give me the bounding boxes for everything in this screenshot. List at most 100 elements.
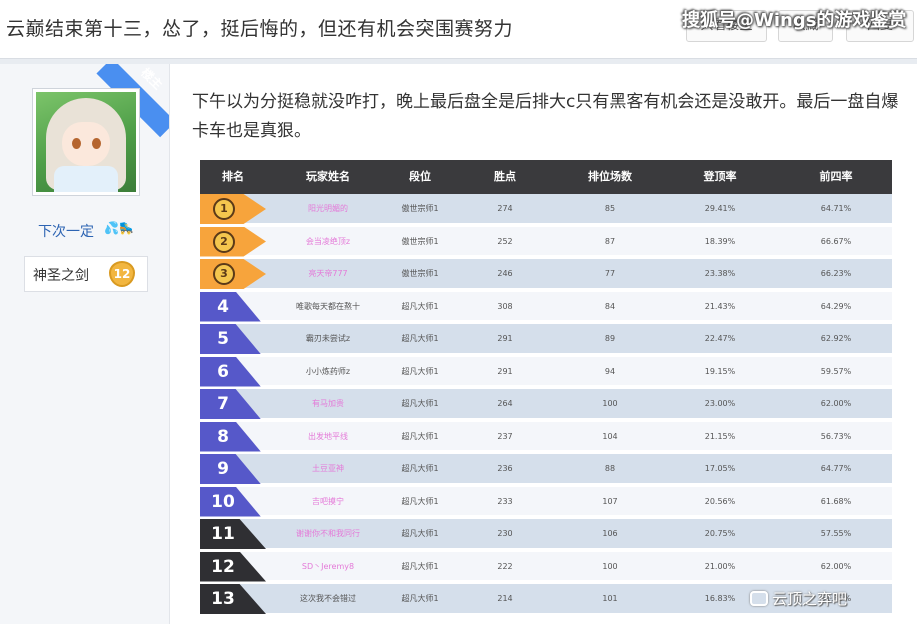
ranking-cell-top1: 21.43% [704, 301, 736, 311]
ranking-cell-tier: 超凡大师1 [401, 366, 439, 376]
ranking-cell-games: 100 [602, 399, 618, 408]
ranking-header-cell: 玩家姓名 [306, 170, 350, 183]
ranking-cell-name: 霸刃未尝试z [305, 334, 351, 343]
ranking-cell-top4: 62.92% [820, 334, 852, 343]
author-name-link[interactable]: 下次一定 [38, 221, 94, 241]
ranking-cell-name: 小小炼药师z [305, 366, 351, 376]
medal-icon: 1 [213, 198, 235, 220]
ranking-header-cell: 前四率 [819, 170, 853, 183]
author-panel: 楼主 下次一定 💦🛼 神圣之剑 12 [0, 64, 170, 624]
ranking-cell-games: 77 [604, 269, 616, 278]
ranking-cell-points: 291 [497, 334, 513, 343]
ranking-cell-top1: 21.15% [704, 431, 736, 441]
ranking-cell-games: 107 [602, 496, 618, 506]
rank-number: 8 [217, 426, 229, 447]
avatar[interactable] [32, 88, 140, 196]
ranking-row: 3 亮天帝777 傲世宗师1 246 77 23.38% 66.23% [200, 259, 892, 290]
ranking-cell-top4: 64.77% [820, 464, 852, 473]
ranking-cell-points: 237 [497, 431, 513, 441]
ranking-cell-tier: 傲世宗师1 [401, 269, 439, 278]
ranking-cell-games: 104 [602, 431, 618, 441]
ranking-row: 2 会当凌绝顶z 傲世宗师1 252 87 18.39% 66.67% [200, 226, 892, 257]
ranking-cell-top1: 23.38% [704, 269, 736, 278]
medal-icon: 2 [213, 230, 235, 253]
ranking-cell-top4: 56.73% [820, 431, 852, 441]
ranking-image: 排名 玩家姓名 段位 胜点 排位场数 登顶率 前四率 1 阳光明媚的 傲世宗师1 274 85 29.… [200, 160, 892, 616]
rank-number: 11 [211, 524, 235, 544]
medal-icon: 3 [213, 263, 235, 285]
ranking-cell-points: 246 [497, 269, 513, 278]
ranking-cell-games: 84 [604, 301, 616, 311]
ranking-header-cell: 登顶率 [703, 170, 737, 183]
avatar-image [36, 92, 136, 192]
ranking-header-cell: 段位 [409, 170, 431, 183]
ranking-cell-top1: 21.00% [704, 561, 736, 571]
ranking-cell-top4: 62.00% [820, 399, 852, 408]
ranking-row: 10 吉吧摸宁 超凡大师1 233 107 20.56% 61.68% [200, 486, 892, 517]
rank-number: 10 [211, 491, 235, 512]
ranking-cell-name: 谢谢你不和我同行 [296, 529, 360, 538]
ranking-row: 1 阳光明媚的 傲世宗师1 274 85 29.41% 64.71% [200, 194, 892, 225]
ranking-cell-top1: 17.05% [704, 464, 736, 473]
ranking-cell-games: 88 [604, 464, 616, 473]
ranking-cell-tier: 超凡大师1 [401, 561, 439, 571]
ranking-cell-games: 101 [602, 594, 618, 603]
ranking-cell-top4: 64.71% [820, 204, 852, 213]
ranking-cell-points: 214 [497, 594, 513, 603]
rank-number: 7 [217, 394, 229, 414]
ranking-cell-name: 唯歌每天都在熬十 [296, 301, 360, 311]
ranking-cell-tier: 超凡大师1 [401, 334, 439, 343]
rank-number: 9 [217, 459, 229, 479]
ranking-cell-tier: 超凡大师1 [401, 496, 439, 506]
ranking-cell-games: 89 [604, 334, 616, 343]
ranking-cell-name: 这次我不会错过 [300, 594, 356, 603]
ranking-row: 5 霸刃未尝试z 超凡大师1 291 89 22.47% 62.92% [200, 324, 892, 355]
ranking-cell-points: 236 [497, 464, 513, 473]
ranking-row: 8 出发地平线 超凡大师1 237 104 21.15% 56.73% [200, 421, 892, 452]
ranking-cell-top4: 64.29% [820, 301, 852, 311]
ranking-cell-games: 94 [604, 366, 616, 376]
watermark-bottom: 云顶之弈吧 [750, 588, 847, 609]
ranking-cell-games: 100 [602, 561, 618, 571]
ranking-cell-tier: 超凡大师1 [401, 594, 439, 603]
ranking-cell-tier: 傲世宗师1 [401, 204, 439, 213]
ranking-cell-top1: 18.39% [704, 236, 736, 246]
level-badge[interactable]: 神圣之剑 12 [24, 256, 148, 292]
ranking-cell-top1: 23.00% [704, 399, 736, 408]
ranking-cell-top4: 62.00% [820, 561, 852, 571]
ranking-header: 排名 玩家姓名 段位 胜点 排位场数 登顶率 前四率 [200, 160, 892, 194]
ranking-cell-tier: 超凡大师1 [401, 431, 439, 441]
ranking-cell-games: 87 [604, 236, 616, 246]
ranking-row: 12 SD丶Jeremy8 超凡大师1 222 100 21.00% 62.00% [200, 551, 892, 582]
ranking-cell-tier: 超凡大师1 [401, 301, 439, 311]
level-shield-icon: 12 [109, 261, 135, 287]
ranking-cell-points: 230 [497, 529, 513, 538]
ranking-cell-points: 264 [497, 399, 513, 408]
ranking-cell-top4: 61.68% [820, 496, 852, 506]
thread-header: 云巅结束第十三，怂了，挺后悔的，但还有机会突围赛努力 只看楼主 收藏 回复 搜狐… [0, 0, 917, 58]
name-decoration-icon: 💦🛼 [104, 221, 134, 235]
rank-number: 6 [217, 361, 229, 382]
ranking-cell-top1: 19.15% [704, 366, 736, 376]
watermark-top: 搜狐号@Wings的游戏鉴赏 [682, 10, 907, 31]
ranking-cell-top1: 20.56% [704, 496, 736, 506]
ranking-cell-top4: 59.57% [820, 366, 852, 376]
ranking-cell-name: 出发地平线 [308, 431, 348, 441]
ranking-row: 7 有马加贵 超凡大师1 264 100 23.00% 62.00% [200, 389, 892, 420]
ranking-cell-games: 85 [604, 204, 616, 213]
ranking-cell-name: 会当凌绝顶z [305, 236, 351, 246]
ranking-row: 4 唯歌每天都在熬十 超凡大师1 308 84 21.43% 64.29% [200, 291, 892, 322]
post-text: 下午以为分挺稳就没咋打，晚上最后盘全是后排大c只有黑客有机会还是没敢开。最后一盘… [192, 92, 899, 141]
ranking-cell-tier: 超凡大师1 [401, 399, 439, 408]
ranking-cell-points: 252 [497, 236, 513, 246]
ranking-row: 11 谢谢你不和我同行 超凡大师1 230 106 20.75% 57.55% [200, 519, 892, 550]
ranking-cell-name: 亮天帝777 [308, 269, 348, 278]
ranking-cell-points: 274 [497, 204, 513, 213]
ranking-cell-name: SD丶Jeremy8 [301, 561, 355, 571]
ranking-cell-top1: 29.41% [704, 204, 736, 213]
ranking-header-cell: 排名 [222, 170, 244, 183]
ranking-cell-name: 有马加贵 [312, 399, 344, 408]
ranking-cell-points: 308 [497, 301, 513, 311]
ranking-cell-points: 291 [497, 366, 513, 376]
ranking-cell-name: 土豆亚神 [312, 464, 344, 473]
